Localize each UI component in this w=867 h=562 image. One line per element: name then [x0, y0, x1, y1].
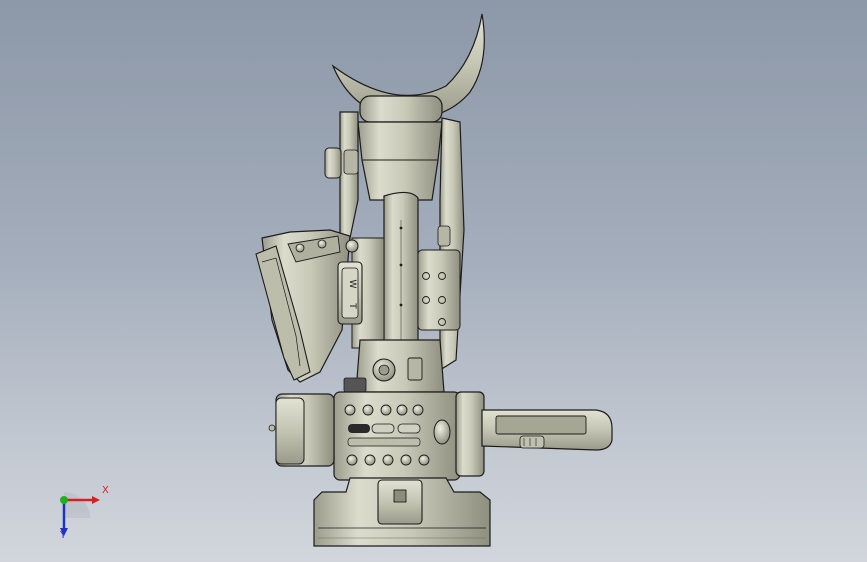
viewfinder-barrel: [357, 121, 443, 201]
zoom-tele-label: T: [347, 302, 357, 309]
side-module-right: [455, 391, 485, 477]
camcorder-model[interactable]: W T: [0, 0, 867, 562]
viewfinder-ring-top: [359, 95, 443, 123]
x-axis-arrow: [92, 496, 100, 504]
orientation-triad: X Y: [46, 482, 116, 548]
dial-housing: [355, 339, 445, 393]
graphics-viewport[interactable]: W T X Y: [0, 0, 867, 562]
camera-body: [339, 111, 359, 239]
triad-origin: [60, 496, 68, 504]
lcd-screen: [495, 415, 587, 435]
zoom-wide-label: W: [347, 280, 357, 289]
side-button: [324, 147, 342, 179]
x-axis-label: X: [102, 485, 109, 496]
y-axis-label: Y: [60, 530, 67, 541]
